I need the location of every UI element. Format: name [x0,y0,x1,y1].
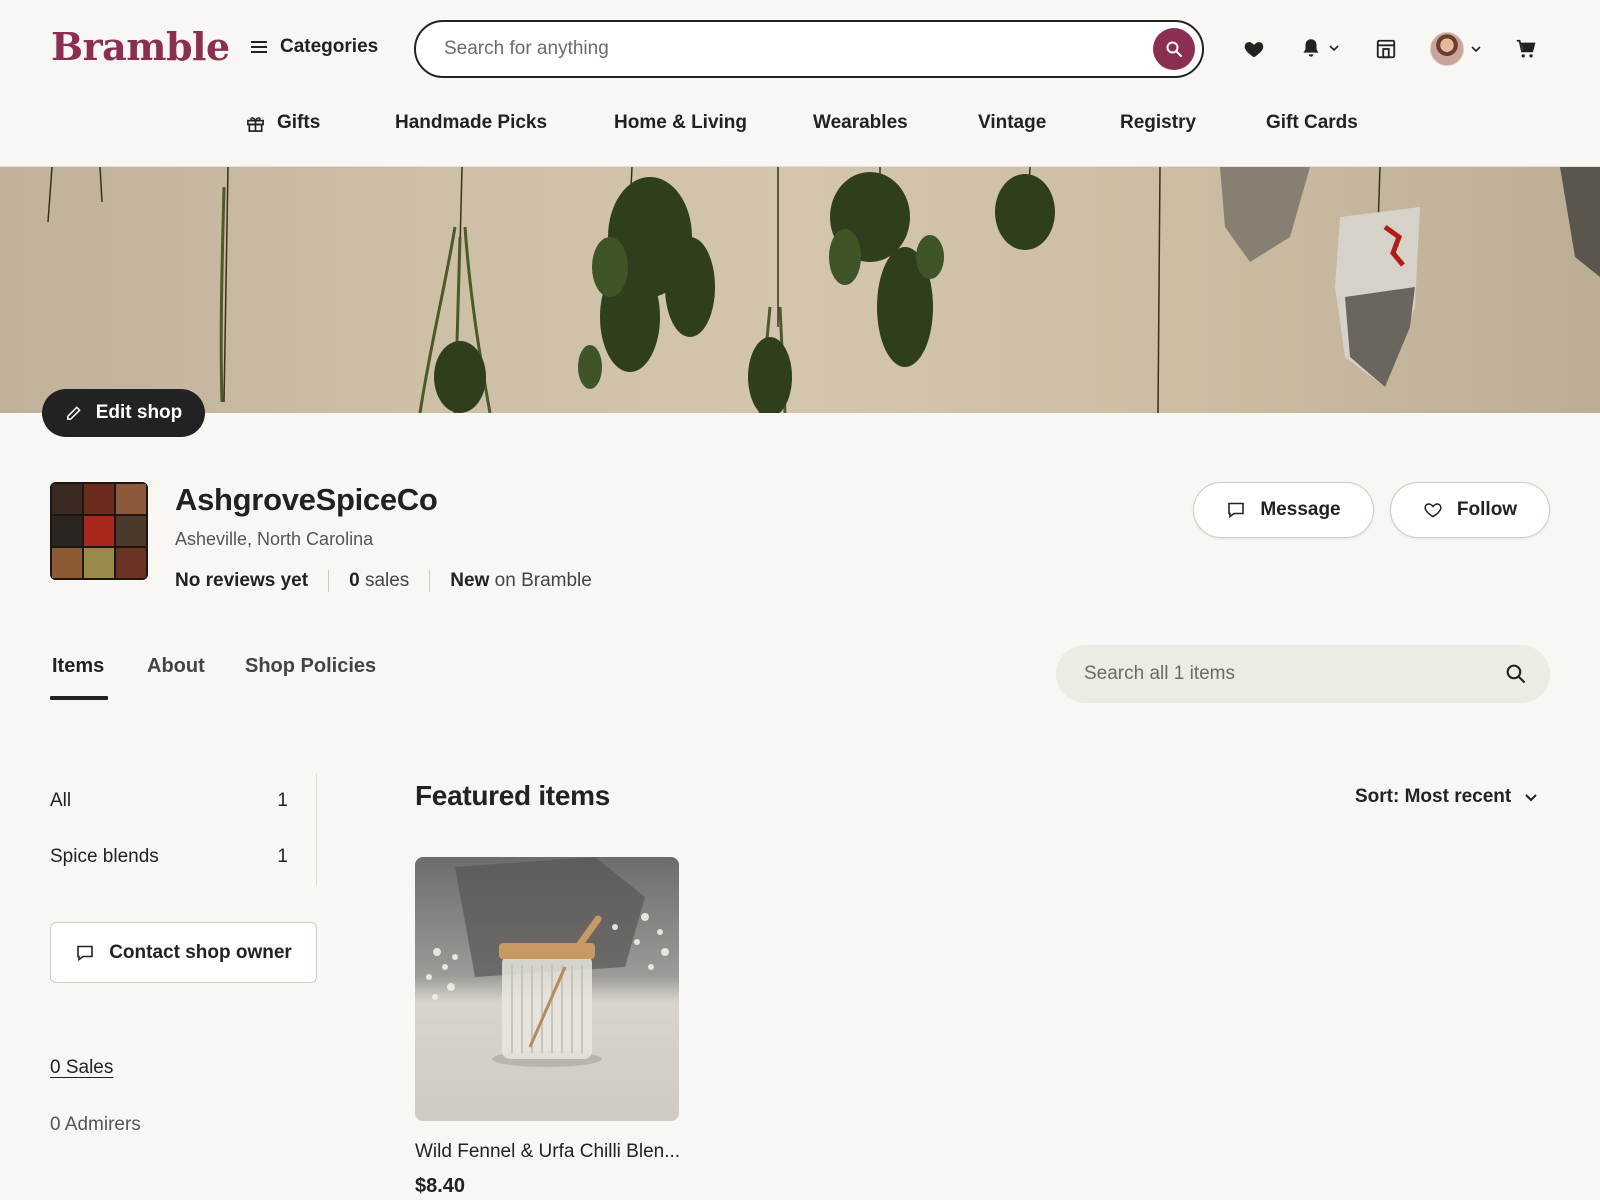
spice-jar-photo [415,857,679,1121]
follow-button[interactable]: Follow [1390,482,1550,538]
nav-item-home-living[interactable]: Home & Living [614,112,747,134]
shop-manager-button[interactable] [1375,38,1397,60]
category-nav: Gifts Handmade Picks Home & Living Weara… [0,98,1600,168]
shop-name: AshgroveSpiceCo [175,482,438,517]
sales-link[interactable]: 0 Sales [50,1057,113,1079]
section-label: Spice blends [50,846,159,867]
active-tab-indicator [50,696,108,700]
listing-image[interactable] [415,857,679,1121]
tab-items[interactable]: Items [52,655,104,678]
categories-label: Categories [280,36,379,57]
sort-label: Sort: Most recent [1355,786,1512,807]
stat-divider [429,570,431,592]
reviews-status: No reviews yet [175,570,309,591]
notifications-button[interactable] [1300,37,1340,59]
chevron-down-icon [1329,45,1339,52]
sales-word: sales [364,570,410,591]
heart-outline-icon [1424,503,1442,518]
section-count: 1 [277,846,288,867]
account-menu-button[interactable] [1430,32,1482,66]
nav-item-gifts[interactable]: Gifts [246,112,320,134]
shop-search-bar [1056,645,1550,703]
nav-item-label: Gifts [277,112,321,133]
shop-banner-image [0,167,1600,413]
contact-shop-owner-button[interactable]: Contact shop owner [50,922,317,983]
message-label: Message [1260,499,1341,520]
listing-card[interactable]: Wild Fennel & Urfa Chilli Blen... $8.40 [415,857,679,1198]
shop-icon [1376,39,1396,59]
contact-label: Contact shop owner [109,941,292,963]
pencil-icon [66,405,81,420]
nav-item-handmade-picks[interactable]: Handmade Picks [395,112,547,134]
global-search-button[interactable] [1153,28,1195,70]
categories-button[interactable]: Categories [250,36,378,58]
chevron-down-icon [1525,794,1537,802]
gift-icon [247,116,264,132]
admirers-count: 0 Admirers [50,1114,141,1135]
nav-item-registry[interactable]: Registry [1120,112,1196,134]
nav-item-vintage[interactable]: Vintage [978,112,1046,134]
featured-items-heading: Featured items [415,780,610,811]
nav-item-gift-cards[interactable]: Gift Cards [1266,112,1358,134]
global-search-bar [414,20,1204,78]
section-label: All [50,790,72,811]
section-link-all[interactable]: All 1 [50,790,288,812]
message-button[interactable]: Message [1193,482,1374,538]
global-search-input[interactable] [444,36,1124,62]
shop-age-label: New [450,570,490,591]
menu-icon [251,41,267,53]
cart-icon [1516,39,1536,58]
shop-logo [50,482,148,580]
sales-count: 0 [349,570,360,591]
search-icon [1166,41,1182,57]
follow-label: Follow [1456,499,1518,520]
chat-bubble-icon [1228,502,1245,519]
spice-grid-image [50,482,148,580]
shop-location: Asheville, North Carolina [175,529,374,549]
shop-stats: No reviews yet 0 sales New on Bramble [175,570,592,592]
chevron-down-icon [1471,46,1481,53]
avatar [1430,32,1464,66]
tab-shop-policies[interactable]: Shop Policies [245,655,376,678]
nav-item-wearables[interactable]: Wearables [813,112,908,134]
section-count: 1 [277,790,288,811]
hanging-herbs-illustration [47,167,1600,413]
heart-icon [1244,42,1264,58]
cart-button[interactable] [1515,38,1537,60]
stat-divider [328,570,330,592]
favorites-button[interactable] [1243,38,1265,60]
chat-bubble-icon [77,945,93,961]
shop-age-suffix: on Bramble [494,570,592,591]
search-icon[interactable] [1505,663,1526,684]
site-header: Bramble Categories [0,0,1600,98]
tab-about[interactable]: About [147,655,205,678]
sidebar-divider [316,773,317,885]
section-link-spice-blends[interactable]: Spice blends 1 [50,846,288,868]
listing-title[interactable]: Wild Fennel & Urfa Chilli Blen... [415,1141,679,1163]
shop-search-input[interactable] [1084,661,1484,687]
listing-price: $8.40 [415,1175,466,1197]
site-logo[interactable]: Bramble [51,24,230,69]
edit-shop-button[interactable]: Edit shop [42,389,205,437]
sort-dropdown[interactable]: Sort: Most recent [1355,786,1539,808]
bell-icon [1303,39,1319,57]
edit-shop-label: Edit shop [95,402,183,423]
